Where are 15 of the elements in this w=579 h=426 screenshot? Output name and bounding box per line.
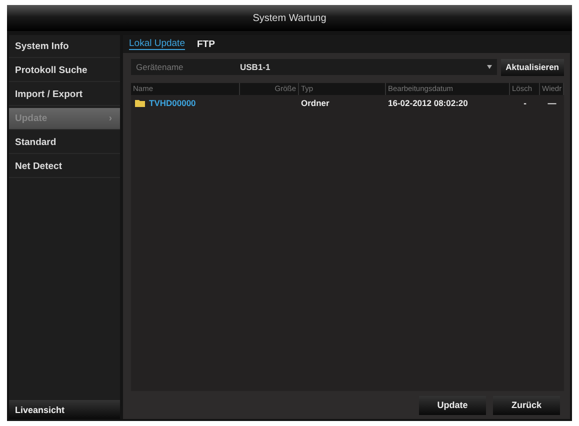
- table-cell-text: 16-02-2012 08:02:20: [387, 98, 469, 108]
- table-cell-text: —: [546, 98, 558, 108]
- table-cell-text: -: [522, 98, 528, 108]
- folder-icon: [135, 99, 145, 107]
- window-title: System Wartung: [7, 5, 572, 31]
- table-cell-text: Ordner: [300, 98, 330, 108]
- tab[interactable]: Lokal Update: [129, 38, 185, 50]
- device-dropdown[interactable]: Gerätename USB1-1: [131, 59, 497, 75]
- tab[interactable]: FTP: [196, 38, 215, 50]
- update-button[interactable]: Update: [419, 396, 486, 414]
- table-cell[interactable]: TVHD00000: [131, 98, 240, 108]
- refresh-button[interactable]: Aktualisieren: [500, 58, 564, 76]
- caret-icon: [486, 65, 492, 69]
- back-button[interactable]: Zurück: [493, 396, 560, 414]
- live-view-button[interactable]: Liveansicht: [9, 400, 120, 419]
